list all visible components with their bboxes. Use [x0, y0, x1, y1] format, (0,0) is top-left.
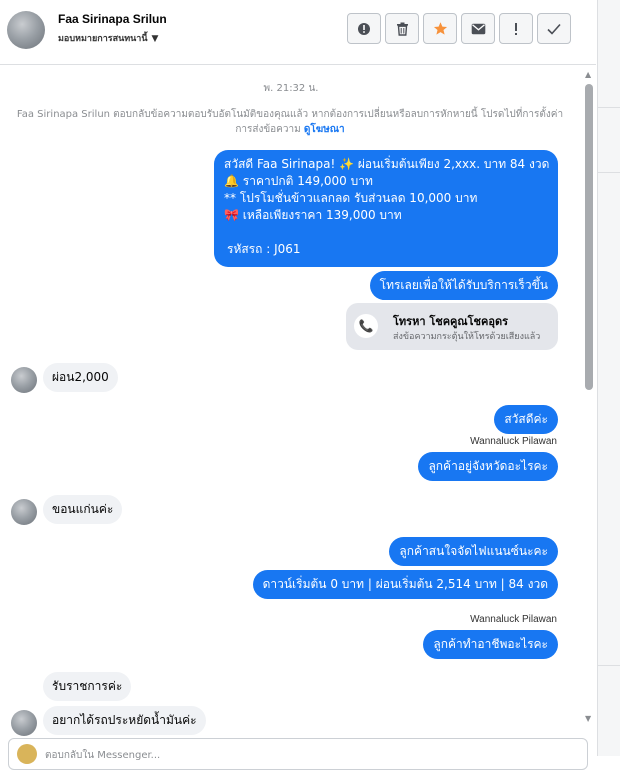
scroll-up-arrow-icon[interactable]: ▲ [585, 70, 591, 79]
call-prompt-bubble[interactable]: โทรเลยเพื่อให้ได้รับบริการเร็วขึ้น [369, 271, 558, 300]
offer-line-2: 🔔 ราคาปกติ 149,000 บาท [224, 174, 373, 188]
star-button[interactable] [423, 13, 457, 44]
incoming-message-bubble[interactable]: ผ่อน2,000 [43, 363, 118, 392]
report-icon [358, 22, 370, 35]
divider [598, 107, 620, 108]
outgoing-message-bubble[interactable]: ดาวน์เริ่มต้น 0 บาท | ผ่อนเริ่มต้น 2,514… [252, 570, 558, 599]
notice-text: Faa Sirinapa Srilun ตอบกลับข้อความตอบรับ… [16, 109, 564, 135]
phone-icon: 📞 [354, 314, 378, 338]
sender-name: Wannaluck Pilawan [470, 436, 557, 447]
incoming-message-bubble[interactable]: อยากได้รถประหยัดน้ำมันค่ะ [43, 706, 206, 735]
avatar [11, 367, 37, 393]
view-ad-link[interactable]: ดูโฆษณา [304, 124, 345, 135]
divider [598, 172, 620, 173]
offer-line-1: สวัสดี Faa Sirinapa! ✨ ผ่อนเริ่มต้นเพียง… [224, 157, 550, 171]
avatar[interactable] [7, 11, 45, 49]
report-button[interactable] [347, 13, 381, 44]
offer-line-4: 🎀 เหลือเพียงราคา 139,000 บาท [224, 208, 402, 222]
offer-line-3: ** โปรโมชั่นข้าวแลกลด รับส่วนลด 10,000 บ… [224, 191, 478, 205]
conversation-header: Faa Sirinapa Srilun มอบหมายการสนทนานี้ ▼ [0, 0, 596, 65]
star-icon [433, 22, 447, 35]
check-icon [547, 23, 561, 35]
spam-button[interactable] [499, 13, 533, 44]
auto-reply-notice: Faa Sirinapa Srilun ตอบกลับข้อความตอบรับ… [12, 107, 568, 137]
mark-unread-button[interactable] [461, 13, 495, 44]
scrollbar-thumb[interactable] [585, 84, 593, 390]
call-card-subtitle: ส่งข้อความกระตุ้นให้โทรด้วยเสียงแล้ว [393, 332, 541, 342]
incoming-message-bubble[interactable]: ขอนแก่นค่ะ [43, 495, 123, 524]
details-side-panel [597, 0, 620, 756]
avatar [11, 499, 37, 525]
sender-name: Wannaluck Pilawan [470, 614, 557, 625]
message-thread[interactable]: พ. 21:32 น. Faa Sirinapa Srilun ตอบกลับข… [0, 65, 582, 737]
trash-icon [396, 22, 408, 36]
call-card[interactable]: 📞 โทรหา โชคคูณโชคอุดร ส่งข้อความกระตุ้นใ… [346, 303, 558, 350]
outgoing-message-bubble[interactable]: ลูกค้าสนใจจัดไฟแนนซ์นะคะ [389, 537, 558, 566]
incoming-message-bubble[interactable]: รับราชการค่ะ [43, 672, 132, 701]
outgoing-message-bubble[interactable]: สวัสดีค่ะ [494, 405, 558, 434]
offer-message-bubble[interactable]: สวัสดี Faa Sirinapa! ✨ ผ่อนเริ่มต้นเพียง… [214, 150, 558, 267]
offer-line-5: รหัสรถ : J061 [227, 242, 301, 256]
thread-scrollbar[interactable]: ▲ ▼ [583, 70, 595, 726]
caret-down-icon: ▼ [151, 34, 159, 44]
assign-label: มอบหมายการสนทนานี้ [58, 34, 148, 44]
call-card-title: โทรหา โชคคูณโชคอุดร [393, 315, 509, 328]
divider [598, 665, 620, 666]
outgoing-message-bubble[interactable]: ลูกค้าทำอาชีพอะไรคะ [423, 630, 558, 659]
exclamation-icon [515, 22, 517, 35]
delete-button[interactable] [385, 13, 419, 44]
reply-composer[interactable]: ตอบกลับใน Messenger... [8, 738, 588, 770]
contact-name[interactable]: Faa Sirinapa Srilun [58, 12, 167, 26]
action-toolbar [347, 13, 571, 44]
outgoing-message-bubble[interactable]: ลูกค้าอยู่จังหวัดอะไรคะ [418, 452, 558, 481]
page-avatar [17, 744, 37, 764]
avatar [11, 710, 37, 736]
scroll-down-arrow-icon[interactable]: ▼ [585, 714, 591, 723]
mail-icon [471, 23, 485, 34]
assign-conversation-dropdown[interactable]: มอบหมายการสนทนานี้ ▼ [58, 31, 158, 45]
message-timestamp: พ. 21:32 น. [263, 83, 319, 94]
mark-done-button[interactable] [537, 13, 571, 44]
